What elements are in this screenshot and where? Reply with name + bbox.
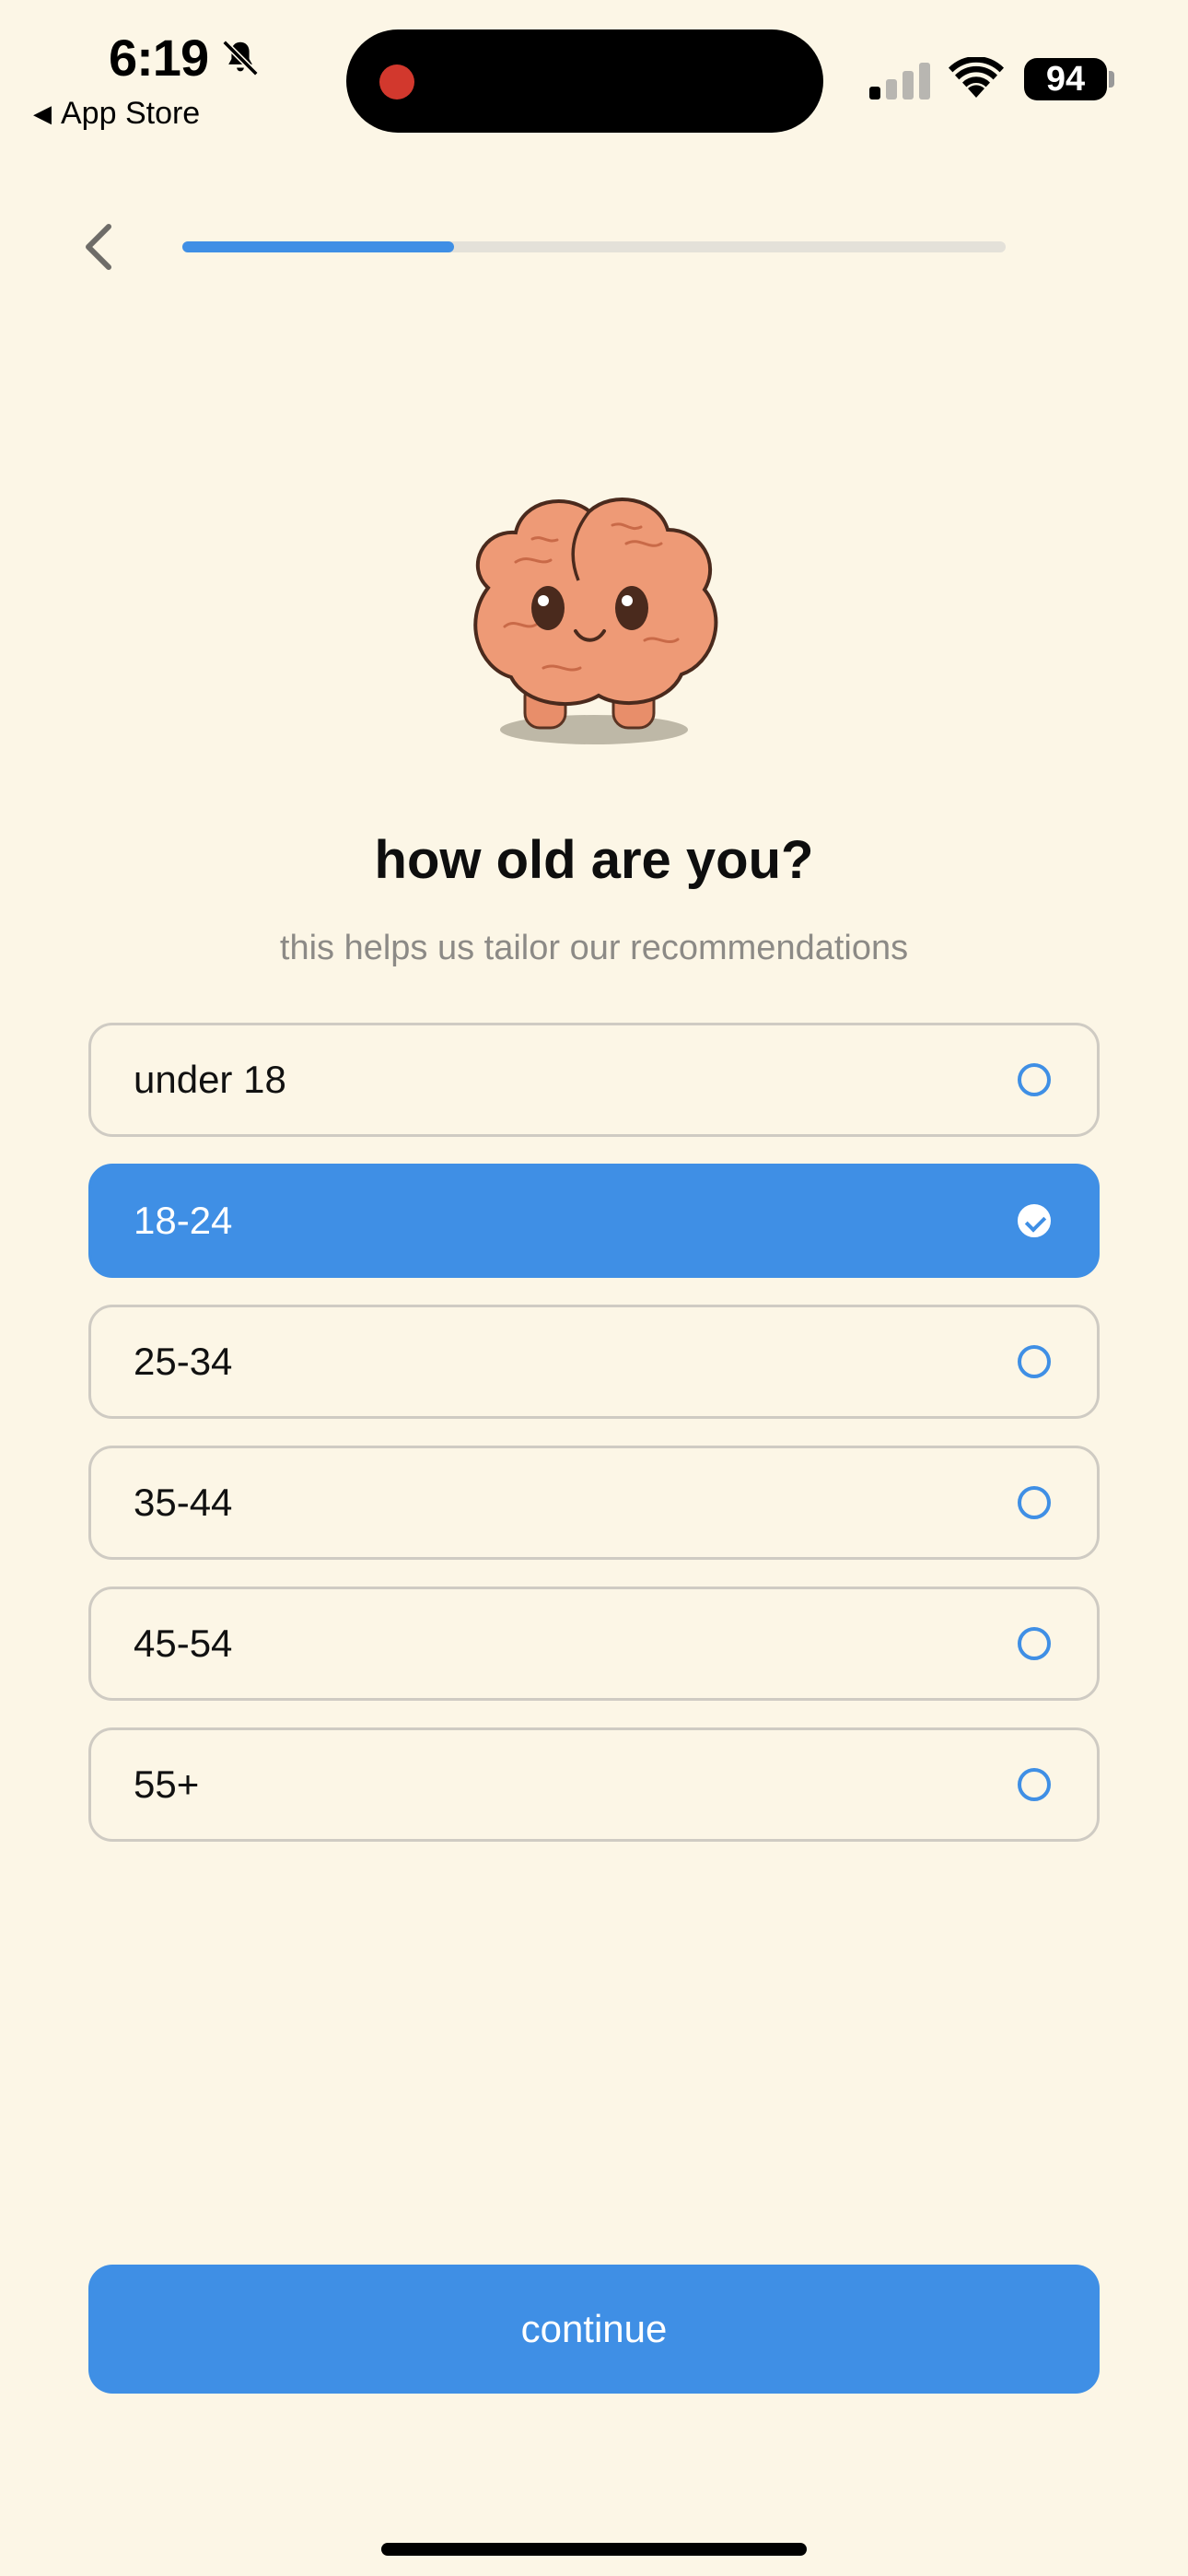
radio-checked-icon (1018, 1204, 1051, 1237)
brain-mascot (473, 498, 718, 744)
radio-icon (1018, 1345, 1051, 1378)
radio-icon (1018, 1627, 1051, 1660)
radio-icon (1018, 1063, 1051, 1096)
option-under-18[interactable]: under 18 (88, 1023, 1100, 1137)
bell-slash-icon (222, 40, 259, 76)
recording-indicator-icon (379, 64, 414, 100)
option-label: under 18 (134, 1058, 286, 1101)
progress-bar (182, 241, 1006, 252)
home-indicator[interactable] (381, 2543, 807, 2556)
option-45-54[interactable]: 45-54 (88, 1587, 1100, 1701)
progress-bar-fill (182, 241, 455, 252)
back-app-label: App Store (61, 96, 201, 131)
option-label: 25-34 (134, 1340, 233, 1383)
radio-icon (1018, 1768, 1051, 1801)
option-55-plus[interactable]: 55+ (88, 1727, 1100, 1842)
back-triangle-icon: ◀ (33, 100, 52, 127)
option-25-34[interactable]: 25-34 (88, 1305, 1100, 1419)
option-label: 45-54 (134, 1622, 233, 1665)
radio-icon (1018, 1486, 1051, 1519)
dynamic-island (346, 29, 823, 133)
battery-tip (1109, 71, 1114, 88)
page-subtitle: this helps us tailor our recommendations (279, 929, 909, 967)
signal-icon (869, 61, 932, 100)
option-label: 55+ (134, 1762, 200, 1806)
back-to-app-store[interactable]: ◀ App Store (33, 96, 200, 132)
option-label: 18-24 (134, 1199, 233, 1242)
status-time: 6:19 (109, 29, 209, 87)
chevron-left-icon[interactable] (79, 221, 116, 273)
age-options-list: under 18 18-24 25-34 35-44 45-54 55+ (88, 1023, 1100, 1868)
battery-icon: 94 (1024, 58, 1107, 100)
option-35-44[interactable]: 35-44 (88, 1446, 1100, 1560)
page-title: how old are you? (374, 830, 814, 890)
wifi-icon (949, 57, 1004, 98)
option-label: 35-44 (134, 1481, 233, 1524)
continue-button[interactable]: continue (88, 2265, 1100, 2394)
option-18-24[interactable]: 18-24 (88, 1164, 1100, 1278)
